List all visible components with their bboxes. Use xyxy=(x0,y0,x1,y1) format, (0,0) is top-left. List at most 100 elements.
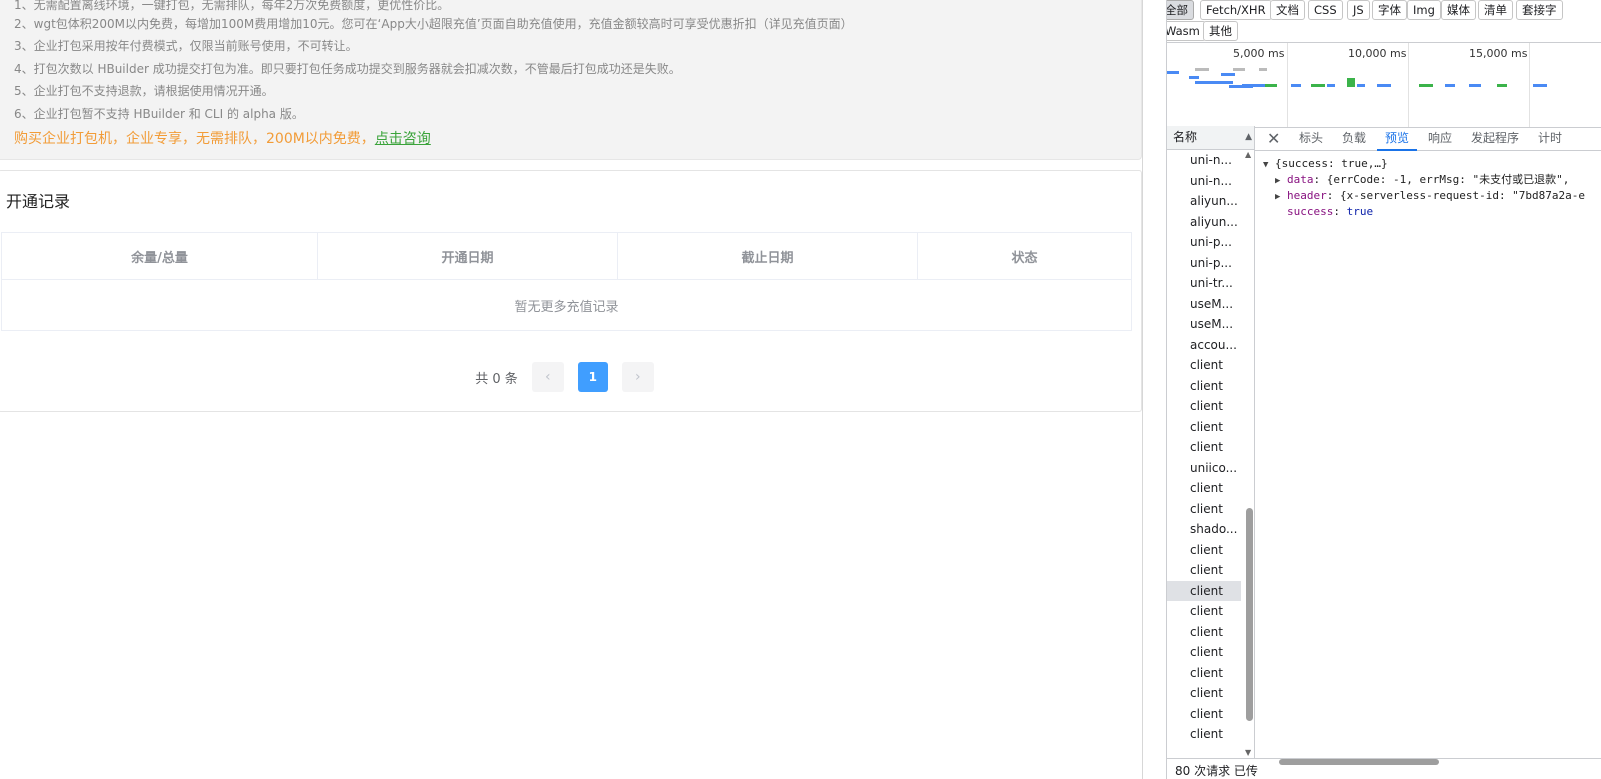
json-root: {success: true,…} xyxy=(1275,157,1388,170)
detail-tabs: ✕ 标头 负载 预览 响应 发起程序 计时 xyxy=(1255,126,1601,151)
request-row[interactable]: uni-tr... xyxy=(1167,273,1241,294)
filter-fetch-xhr[interactable]: Fetch/XHR xyxy=(1200,0,1272,20)
filter-js[interactable]: JS xyxy=(1347,0,1370,20)
request-count: 80 次请求 已传 xyxy=(1175,764,1258,778)
request-row[interactable]: client xyxy=(1167,478,1241,499)
request-row[interactable]: aliyun... xyxy=(1167,212,1241,233)
request-row[interactable]: client xyxy=(1167,376,1241,397)
json-value: true xyxy=(1346,205,1374,218)
splitter[interactable] xyxy=(1142,0,1143,779)
collapsed-triangle-icon[interactable]: ▶ xyxy=(1275,189,1287,205)
json-value: {errCode: -1, errMsg: "未支付或已退款", xyxy=(1326,173,1570,186)
tab-preview[interactable]: 预览 xyxy=(1376,126,1418,151)
request-row[interactable]: client xyxy=(1167,642,1241,663)
json-key: header xyxy=(1287,189,1327,202)
note-line: 2、wgt包体积200M以内免费，每增加100M费用增加10元。您可在‘App大… xyxy=(14,17,853,31)
filter-all[interactable]: 全部 xyxy=(1167,0,1194,20)
records-card: 开通记录 余量/总量 开通日期 截止日期 状态 暂无更多充值记录 共 0 条 ‹… xyxy=(0,170,1142,412)
filter-media[interactable]: 媒体 xyxy=(1441,0,1476,20)
request-row[interactable]: aliyun... xyxy=(1167,191,1241,212)
total-count: 共 0 条 xyxy=(475,371,518,387)
request-row[interactable]: client xyxy=(1167,683,1241,704)
json-key: success xyxy=(1287,205,1334,218)
request-row[interactable]: client xyxy=(1167,601,1241,622)
request-row[interactable]: shado... xyxy=(1167,519,1241,540)
request-row[interactable]: client xyxy=(1167,663,1241,684)
consult-link[interactable]: 点击咨询 xyxy=(375,131,431,147)
request-row[interactable]: useM... xyxy=(1167,294,1241,315)
request-row[interactable]: client xyxy=(1167,437,1241,458)
scroll-up-icon[interactable]: ▲ xyxy=(1245,150,1251,159)
json-key: data xyxy=(1287,173,1314,186)
main-page: 1、无需配置离线环境，一键打包，无需排队，每年2万次免费额度，更优性价比。 2、… xyxy=(0,0,1142,779)
records-title: 开通记录 xyxy=(6,192,71,211)
request-row[interactable]: uni-p... xyxy=(1167,232,1241,253)
note-line: 4、打包次数以 HBuilder 成功提交打包为准。即只要打包任务成功提交到服务… xyxy=(14,62,681,76)
request-row[interactable]: client xyxy=(1167,724,1241,745)
request-row[interactable]: client xyxy=(1167,499,1241,520)
filter-doc[interactable]: 文档 xyxy=(1270,0,1305,20)
tab-headers[interactable]: 标头 xyxy=(1299,126,1323,150)
tab-initiator[interactable]: 发起程序 xyxy=(1471,126,1519,150)
request-row[interactable]: useM... xyxy=(1167,314,1241,335)
json-root-row[interactable]: ▼ {success: true,…} xyxy=(1263,156,1585,172)
column-header: 开通日期 xyxy=(318,233,618,279)
table-header-row: 余量/总量 开通日期 截止日期 状态 xyxy=(2,233,1131,280)
request-row[interactable]: client xyxy=(1167,622,1241,643)
request-row[interactable]: uni-n... xyxy=(1167,150,1241,171)
expanded-triangle-icon[interactable]: ▼ xyxy=(1263,157,1275,173)
scroll-thumb[interactable] xyxy=(1246,508,1253,721)
notes-panel: 1、无需配置离线环境，一键打包，无需排队，每年2万次免费额度，更优性价比。 2、… xyxy=(0,0,1142,160)
request-row[interactable]: uni-p... xyxy=(1167,253,1241,274)
sort-up-icon: ▲ xyxy=(1245,132,1252,142)
network-overview[interactable]: 5,000 ms 10,000 ms 15,000 ms xyxy=(1167,42,1601,128)
timeline-label: 15,000 ms xyxy=(1469,47,1528,60)
devtools-network-panel: 全部 Fetch/XHR 文档 CSS JS 字体 Img 媒体 清单 套接字 … xyxy=(1166,0,1601,779)
request-row[interactable]: client xyxy=(1167,396,1241,417)
filter-manifest[interactable]: 清单 xyxy=(1478,0,1513,20)
request-row[interactable]: uniico... xyxy=(1167,458,1241,479)
request-row[interactable]: client xyxy=(1167,704,1241,725)
name-header-label: 名称 xyxy=(1173,130,1198,144)
tab-response[interactable]: 响应 xyxy=(1428,126,1452,150)
json-data-row[interactable]: ▶ data: {errCode: -1, errMsg: "未支付或已退款", xyxy=(1263,172,1585,188)
column-header: 截止日期 xyxy=(618,233,918,279)
request-row[interactable]: uni-n... xyxy=(1167,171,1241,192)
column-header: 状态 xyxy=(1011,250,1038,266)
timeline-label: 5,000 ms xyxy=(1233,47,1285,60)
request-row[interactable]: client xyxy=(1167,540,1241,561)
filter-bar: 全部 Fetch/XHR 文档 CSS JS 字体 Img 媒体 清单 套接字 … xyxy=(1167,0,1601,42)
filter-wasm[interactable]: Wasm xyxy=(1167,21,1206,41)
page-number-button[interactable]: 1 xyxy=(577,362,608,392)
note-line: 3、企业打包采用按年付费模式，仅限当前账号使用，不可转让。 xyxy=(14,39,358,53)
note-line: 5、企业打包不支持退款，请根据使用情况开通。 xyxy=(14,84,274,98)
next-page-button[interactable]: › xyxy=(621,362,654,392)
filter-other[interactable]: 其他 xyxy=(1203,21,1238,41)
column-header: 余量/总量 xyxy=(2,233,318,279)
close-icon[interactable]: ✕ xyxy=(1267,129,1280,148)
note-line: 6、企业打包暂不支持 HBuilder 和 CLI 的 alpha 版。 xyxy=(14,107,304,121)
filter-websocket[interactable]: 套接字 xyxy=(1516,0,1563,20)
name-column-header[interactable]: 名称 ▲ xyxy=(1167,126,1254,150)
request-row[interactable]: client xyxy=(1167,580,1241,601)
request-row[interactable]: client xyxy=(1167,355,1241,376)
filter-img[interactable]: Img xyxy=(1407,0,1441,20)
tab-timing[interactable]: 计时 xyxy=(1538,126,1562,150)
tab-payload[interactable]: 负载 xyxy=(1342,126,1366,150)
empty-message: 暂无更多充值记录 xyxy=(514,299,619,315)
request-row[interactable]: client xyxy=(1167,417,1241,438)
promo-label: 购买企业打包机，企业专享，无需排队，200M以内免费， xyxy=(14,131,375,147)
json-header-row[interactable]: ▶ header: {x-serverless-request-id: "7bd8… xyxy=(1263,188,1585,204)
request-row[interactable]: accou... xyxy=(1167,335,1241,356)
pagination: 共 0 条 ‹ 1 › xyxy=(0,362,1130,392)
request-detail-pane: ✕ 标头 负载 预览 响应 发起程序 计时 ▼ {success: true,…}… xyxy=(1255,126,1601,758)
request-row[interactable]: client xyxy=(1167,560,1241,581)
filter-font[interactable]: 字体 xyxy=(1372,0,1407,20)
horizontal-scroll-thumb[interactable] xyxy=(1279,759,1439,765)
scroll-down-icon[interactable]: ▼ xyxy=(1245,748,1251,757)
collapsed-triangle-icon[interactable]: ▶ xyxy=(1275,173,1287,189)
filter-css[interactable]: CSS xyxy=(1308,0,1343,20)
timeline-label: 10,000 ms xyxy=(1348,47,1407,60)
request-list-scrollbar[interactable]: ▲ ▼ xyxy=(1245,150,1254,758)
prev-page-button[interactable]: ‹ xyxy=(531,362,564,392)
